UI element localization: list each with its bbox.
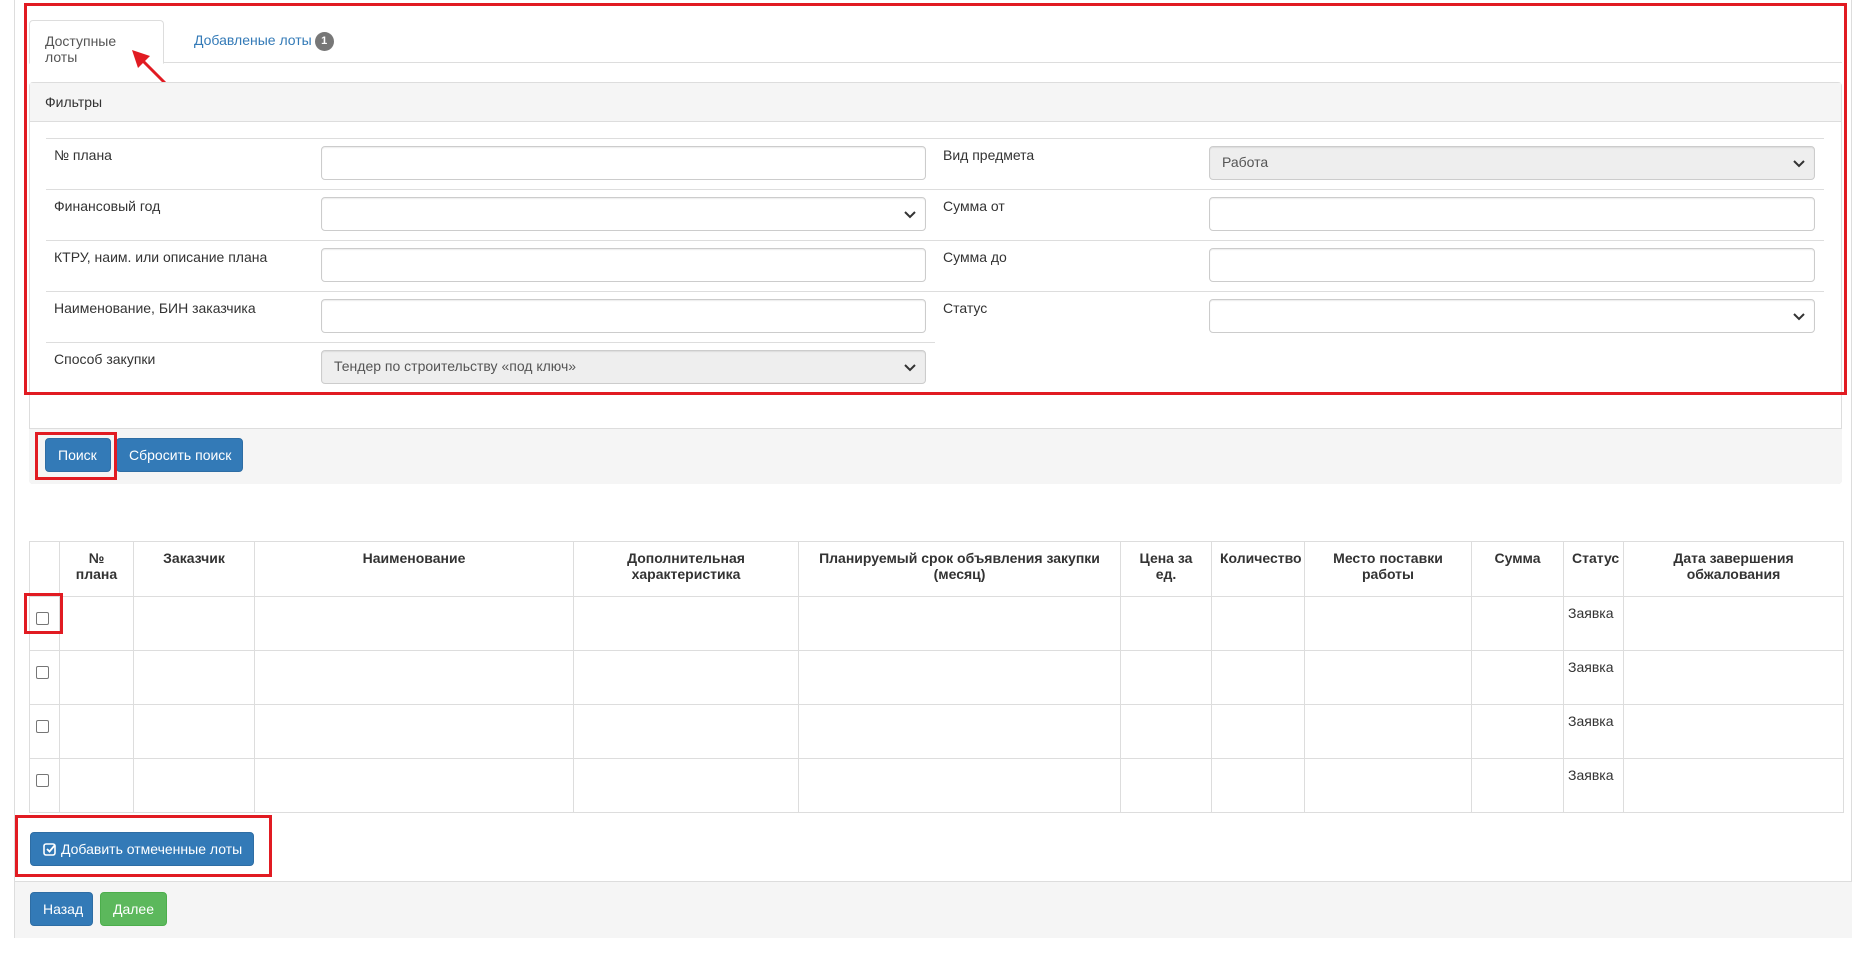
- header-status: Статус: [1563, 541, 1624, 597]
- tab-available-label: Доступные лоты: [45, 33, 117, 65]
- subject-type-select[interactable]: Работа: [1209, 146, 1815, 180]
- next-button[interactable]: Далее: [100, 892, 167, 926]
- row-status: Заявка: [1563, 596, 1624, 651]
- add-selected-lots-button[interactable]: Добавить отмеченные лоты: [30, 832, 254, 866]
- row-status: Заявка: [1563, 650, 1624, 705]
- header-place: Место поставки работы: [1304, 541, 1472, 597]
- ktru-input[interactable]: [321, 248, 926, 282]
- header-name: Наименование: [254, 541, 574, 597]
- divider: [46, 138, 935, 139]
- header-customer: Заказчик: [133, 541, 255, 597]
- tab-added-lots[interactable]: Добавленые лоты 1: [179, 20, 349, 64]
- row-checkbox[interactable]: [36, 774, 49, 787]
- filter-heading: Фильтры: [30, 83, 1841, 122]
- back-button[interactable]: Назад: [30, 892, 93, 926]
- chevron-down-icon: [904, 364, 916, 372]
- added-count-badge: 1: [314, 32, 334, 51]
- bottom-nav-bar: [15, 881, 1852, 938]
- row-checkbox[interactable]: [36, 666, 49, 679]
- header-unit-price: Цена за ед.: [1120, 541, 1212, 597]
- sum-to-label: Сумма до: [943, 249, 1007, 265]
- row-checkbox[interactable]: [36, 612, 49, 625]
- fin-year-label: Финансовый год: [54, 198, 161, 214]
- filter-panel: Фильтры: [29, 82, 1842, 484]
- table-header-row: № плана Заказчик Наименование Дополнител…: [29, 541, 1844, 597]
- header-extra: Дополнительная характеристика: [573, 541, 799, 597]
- header-quantity: Количество: [1211, 541, 1305, 597]
- table-row: Заявка: [29, 704, 1844, 759]
- divider: [46, 189, 935, 190]
- filter-footer: [29, 428, 1842, 484]
- sum-to-input[interactable]: [1209, 248, 1815, 282]
- customer-label: Наименование, БИН заказчика: [54, 300, 256, 316]
- subject-type-value: Работа: [1222, 154, 1269, 170]
- status-label: Статус: [943, 300, 988, 316]
- ktru-label: КТРУ, наим. или описание плана: [54, 249, 268, 265]
- divider: [935, 189, 1824, 190]
- tabs-bar: Доступные лоты Добавленые лоты 1: [29, 20, 1842, 65]
- method-value: Тендер по строительству «под ключ»: [334, 358, 577, 374]
- subject-type-label: Вид предмета: [943, 147, 1035, 163]
- table-row: Заявка: [29, 650, 1844, 705]
- add-selected-label: Добавить отмеченные лоты: [61, 841, 243, 857]
- chevron-down-icon: [904, 211, 916, 219]
- checkbox-edit-icon: [43, 843, 56, 856]
- header-sum: Сумма: [1471, 541, 1564, 597]
- header-planned-month: Планируемый срок объявления закупки (мес…: [798, 541, 1121, 597]
- customer-input[interactable]: [321, 299, 926, 333]
- search-button[interactable]: Поиск: [45, 438, 111, 472]
- chevron-down-icon: [1793, 160, 1805, 168]
- header-plan-no: № плана: [59, 541, 134, 597]
- plan-no-input[interactable]: [321, 146, 926, 180]
- method-select[interactable]: Тендер по строительству «под ключ»: [321, 350, 926, 384]
- table-row: Заявка: [29, 596, 1844, 651]
- divider: [46, 240, 935, 241]
- tab-added-label: Добавленые лоты: [194, 32, 312, 49]
- lots-table: № плана Заказчик Наименование Дополнител…: [29, 541, 1844, 813]
- reset-search-button[interactable]: Сбросить поиск: [116, 438, 243, 472]
- fin-year-select[interactable]: [321, 197, 926, 231]
- table-row: Заявка: [29, 758, 1844, 813]
- header-appeal-date: Дата завершения обжалования: [1623, 541, 1844, 597]
- method-label: Способ закупки: [54, 351, 156, 367]
- divider: [935, 138, 1824, 139]
- chevron-down-icon: [1793, 313, 1805, 321]
- row-status: Заявка: [1563, 758, 1624, 813]
- sum-from-input[interactable]: [1209, 197, 1815, 231]
- status-select[interactable]: [1209, 299, 1815, 333]
- divider: [935, 240, 1824, 241]
- row-checkbox[interactable]: [36, 720, 49, 733]
- header-select: [29, 541, 60, 597]
- divider: [46, 342, 935, 343]
- divider: [46, 291, 935, 292]
- row-status: Заявка: [1563, 704, 1624, 759]
- sum-from-label: Сумма от: [943, 198, 1005, 214]
- plan-no-label: № плана: [54, 147, 112, 163]
- divider: [935, 291, 1824, 292]
